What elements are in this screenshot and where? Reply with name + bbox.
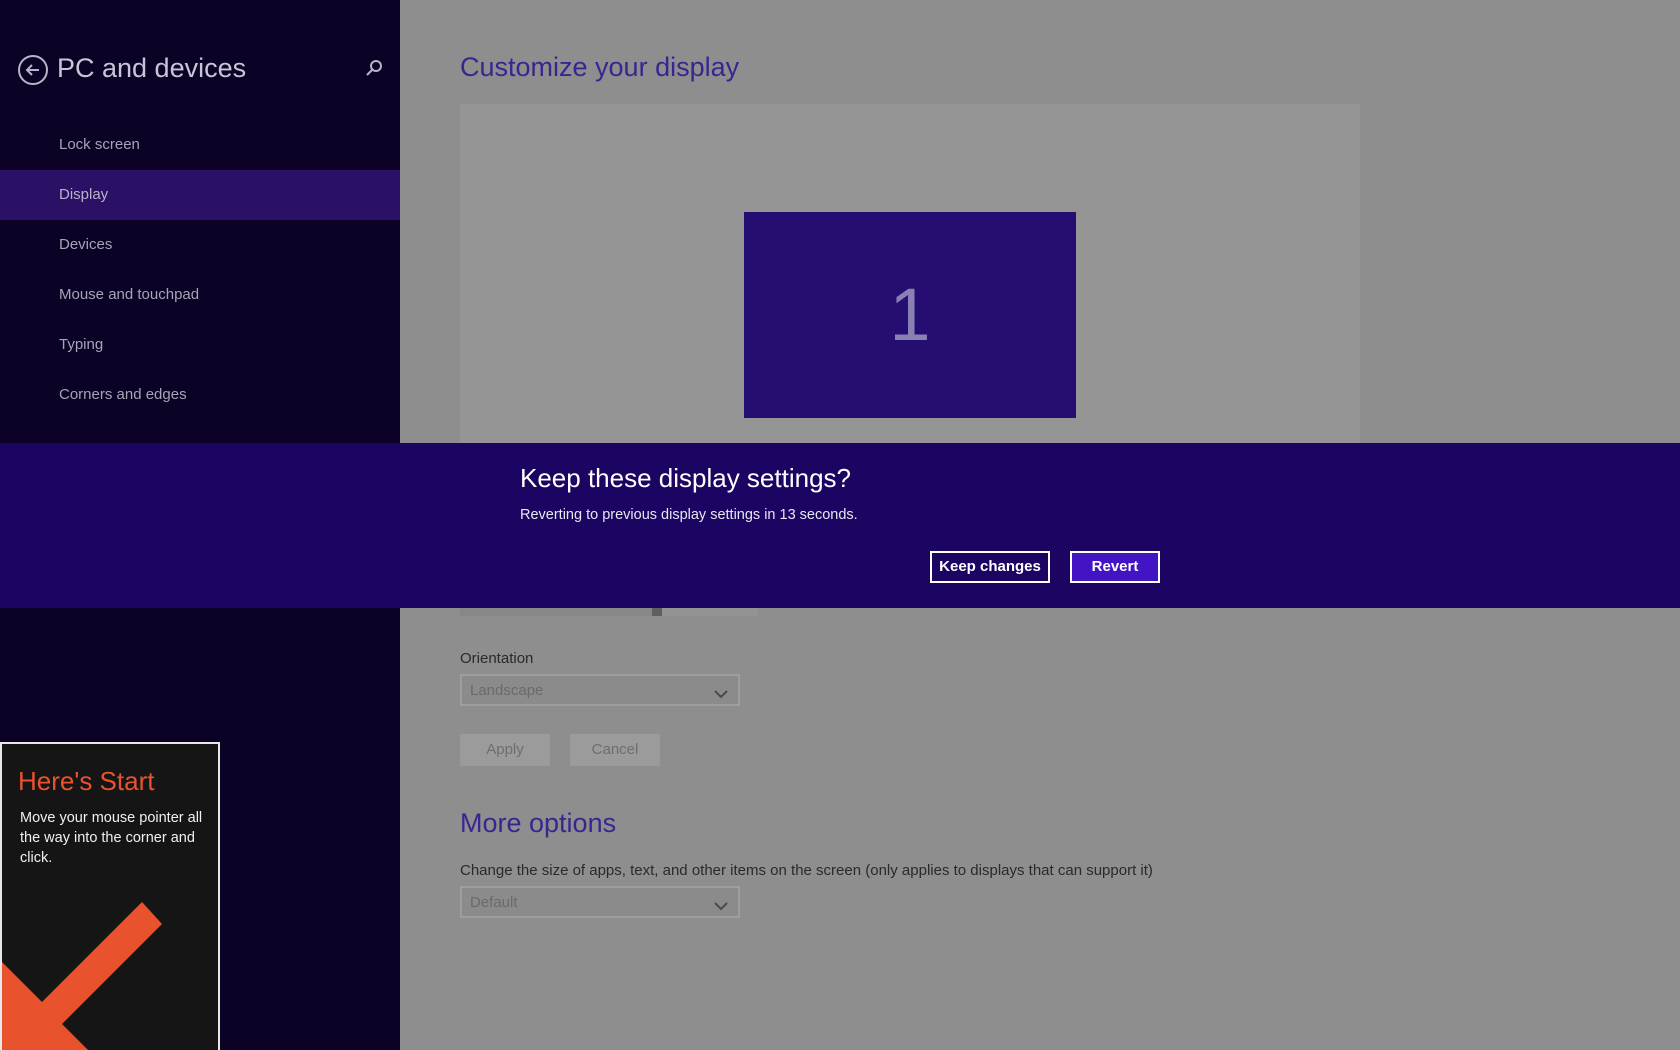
keep-settings-dialog: Keep these display settings? Reverting t… — [0, 443, 1680, 608]
start-tip-title: Here's Start — [18, 766, 155, 796]
cancel-button[interactable]: Cancel — [570, 734, 660, 766]
sidebar-header: PC and devices — [18, 50, 388, 90]
start-tip: Here's Start Move your mouse pointer all… — [0, 742, 220, 1050]
display-preview: 1 — [460, 104, 1360, 444]
dialog-message: Reverting to previous display settings i… — [520, 507, 858, 523]
orientation-value: Landscape — [470, 682, 544, 699]
sidebar-item-lock-screen[interactable]: Lock screen — [0, 120, 400, 170]
page-title: Customize your display — [460, 52, 740, 82]
apply-button[interactable]: Apply — [460, 734, 550, 766]
search-icon — [364, 60, 384, 82]
search-button[interactable] — [364, 58, 388, 82]
sidebar-nav: Lock screen Display Devices Mouse and to… — [0, 120, 400, 420]
sidebar-item-devices[interactable]: Devices — [0, 220, 400, 270]
revert-button[interactable]: Revert — [1070, 551, 1160, 583]
keep-changes-button[interactable]: Keep changes — [930, 551, 1050, 583]
dialog-title: Keep these display settings? — [520, 463, 851, 493]
size-dropdown[interactable]: Default — [460, 886, 740, 918]
arrow-down-left-icon — [2, 894, 162, 1050]
more-options-title: More options — [460, 808, 617, 838]
sidebar-title: PC and devices — [57, 53, 247, 83]
sidebar-item-display[interactable]: Display — [0, 170, 400, 220]
screen: Customize your display 1 Orientation Lan… — [0, 0, 1680, 1050]
orientation-label: Orientation — [460, 650, 534, 667]
sidebar-item-typing[interactable]: Typing — [0, 320, 400, 370]
chevron-down-icon — [714, 898, 728, 916]
sidebar-item-corners-and-edges[interactable]: Corners and edges — [0, 370, 400, 420]
monitor-tile[interactable]: 1 — [744, 212, 1076, 418]
start-tip-body: Move your mouse pointer all the way into… — [20, 810, 203, 866]
chevron-down-icon — [714, 686, 728, 704]
monitor-number: 1 — [889, 273, 931, 356]
size-value: Default — [470, 894, 518, 911]
sidebar-item-mouse-and-touchpad[interactable]: Mouse and touchpad — [0, 270, 400, 320]
orientation-dropdown[interactable]: Landscape — [460, 674, 740, 706]
back-button[interactable] — [18, 55, 48, 85]
size-label: Change the size of apps, text, and other… — [460, 862, 1153, 879]
